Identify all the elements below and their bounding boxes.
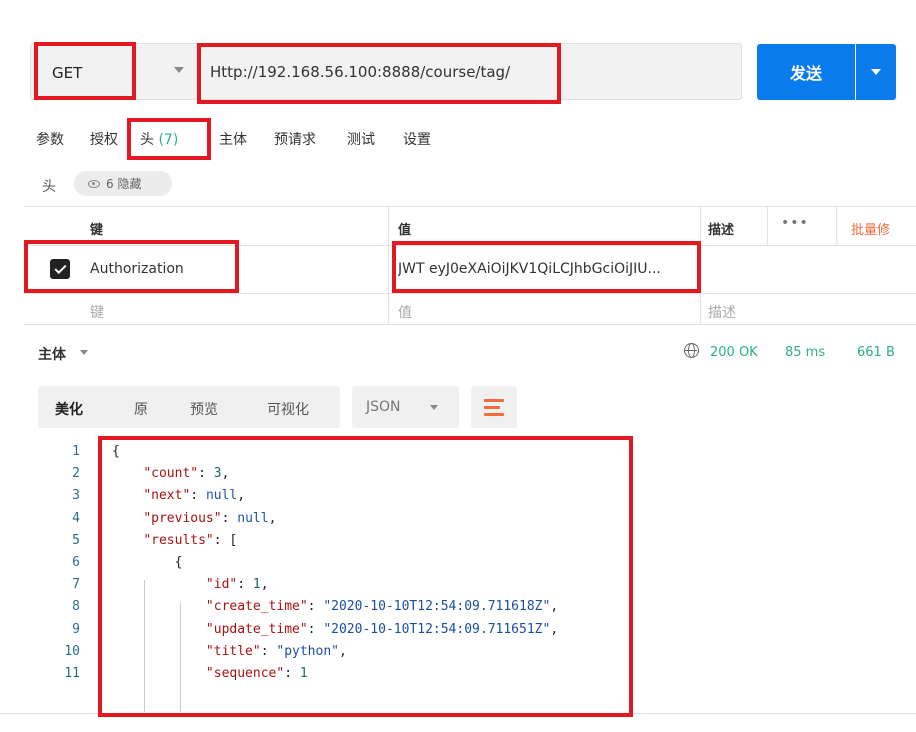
view-preview-button[interactable]: 预览 bbox=[190, 399, 218, 419]
code-text: "sequence": 1 bbox=[205, 666, 308, 681]
tab-tests[interactable]: 测试 bbox=[347, 129, 375, 149]
header-key-cell[interactable]: Authorization bbox=[90, 261, 184, 277]
table-column-divider bbox=[388, 206, 389, 324]
globe-icon[interactable] bbox=[684, 343, 699, 358]
line-number: 8 bbox=[72, 599, 80, 615]
new-key-input[interactable]: 键 bbox=[90, 302, 104, 322]
show-hidden-headers-toggle[interactable]: 6 隐藏 bbox=[74, 171, 172, 196]
url-input[interactable]: Http://192.168.56.100:8888/course/tag/ bbox=[210, 63, 510, 81]
response-time: 85 ms bbox=[785, 345, 826, 360]
header-value-cell[interactable]: JWT eyJ0eXAiOiJKV1QiLCJhbGciOiJIU... bbox=[398, 261, 694, 277]
code-text: { bbox=[112, 444, 120, 459]
format-label: JSON bbox=[366, 399, 401, 415]
code-line: 8 "create_time": "2020-10-10T12:54:09.71… bbox=[0, 599, 640, 621]
code-text: { bbox=[112, 555, 183, 570]
line-number: 4 bbox=[72, 510, 80, 526]
line-number: 11 bbox=[64, 666, 80, 681]
tab-headers-label: 头 bbox=[140, 132, 154, 148]
code-line: 11 "sequence": 1 bbox=[0, 666, 640, 688]
line-number: 3 bbox=[72, 488, 80, 504]
tab-settings[interactable]: 设置 bbox=[403, 129, 431, 149]
code-line: 2 "count": 3, bbox=[0, 466, 640, 488]
column-header-description: 描述 bbox=[708, 223, 735, 238]
chevron-down-icon bbox=[871, 69, 881, 75]
code-line: 10 "title": "python", bbox=[0, 644, 640, 666]
view-pretty-button[interactable]: 美化 bbox=[55, 399, 83, 419]
code-line: 6 { bbox=[0, 555, 640, 577]
column-header-value: 值 bbox=[398, 223, 412, 238]
bulk-edit-link[interactable]: 批量修 bbox=[851, 219, 890, 238]
new-value-input[interactable]: 值 bbox=[398, 302, 412, 322]
tab-pre-request[interactable]: 预请求 bbox=[274, 129, 316, 149]
method-select[interactable]: GET bbox=[52, 64, 82, 82]
code-line: 9 "update_time": "2020-10-10T12:54:09.71… bbox=[0, 622, 640, 644]
response-size: 661 B bbox=[857, 345, 895, 360]
chevron-down-icon bbox=[430, 405, 438, 410]
line-number: 6 bbox=[72, 555, 80, 570]
code-text: "title": "python", bbox=[205, 643, 347, 659]
tab-params[interactable]: 参数 bbox=[36, 129, 64, 149]
code-text: "previous": null, bbox=[143, 510, 277, 526]
line-number: 1 bbox=[72, 444, 80, 459]
code-text: "create_time": "2020-10-10T12:54:09.7116… bbox=[205, 599, 559, 615]
view-visualize-button[interactable]: 可视化 bbox=[267, 399, 309, 419]
eye-icon bbox=[88, 179, 100, 188]
tab-headers-count: (7) bbox=[158, 132, 179, 148]
new-description-input[interactable]: 描述 bbox=[708, 302, 736, 322]
code-line: 5 "results": [ bbox=[0, 533, 640, 555]
checkmark-icon bbox=[53, 261, 67, 274]
send-options-button[interactable] bbox=[856, 44, 896, 100]
code-text: "update_time": "2020-10-10T12:54:09.7116… bbox=[205, 621, 559, 637]
status-code: 200 OK bbox=[710, 345, 758, 360]
table-header-border bbox=[24, 245, 916, 246]
table-column-divider bbox=[767, 206, 768, 245]
table-row-border bbox=[24, 293, 916, 294]
tab-headers[interactable]: 头 (7) bbox=[140, 129, 178, 149]
wrap-lines-icon bbox=[484, 396, 506, 418]
chevron-down-icon[interactable] bbox=[174, 67, 184, 73]
line-number: 7 bbox=[72, 577, 80, 593]
code-text: "id": 1, bbox=[205, 577, 269, 593]
table-bottom-border bbox=[24, 324, 916, 325]
tab-body[interactable]: 主体 bbox=[219, 129, 247, 149]
line-number: 2 bbox=[72, 466, 80, 482]
table-top-border bbox=[24, 206, 916, 207]
column-header-key: 键 bbox=[90, 223, 104, 238]
headers-section-label: 头 bbox=[42, 179, 56, 195]
code-text: "next": null, bbox=[143, 488, 246, 504]
response-body-label[interactable]: 主体 bbox=[38, 344, 66, 364]
line-number: 10 bbox=[64, 643, 80, 659]
code-line: 7 "id": 1, bbox=[0, 577, 640, 599]
code-line: 4 "previous": null, bbox=[0, 511, 640, 533]
hidden-count-label: 6 隐藏 bbox=[106, 177, 142, 191]
view-raw-button[interactable]: 原 bbox=[134, 399, 148, 419]
send-button[interactable]: 发送 bbox=[757, 44, 855, 100]
code-line: 1{ bbox=[0, 444, 640, 466]
panel-bottom-border bbox=[0, 713, 916, 714]
code-text: "count": 3, bbox=[143, 466, 230, 482]
line-number: 9 bbox=[72, 621, 80, 637]
header-enabled-checkbox[interactable] bbox=[50, 259, 70, 279]
table-column-divider bbox=[700, 206, 701, 324]
more-options-icon[interactable]: ••• bbox=[781, 215, 809, 231]
table-column-divider bbox=[836, 206, 837, 245]
tab-auth[interactable]: 授权 bbox=[90, 129, 118, 149]
chevron-down-icon[interactable] bbox=[80, 350, 88, 355]
line-number: 5 bbox=[72, 532, 80, 548]
code-text: "results": [ bbox=[143, 532, 238, 548]
code-line: 3 "next": null, bbox=[0, 488, 640, 510]
